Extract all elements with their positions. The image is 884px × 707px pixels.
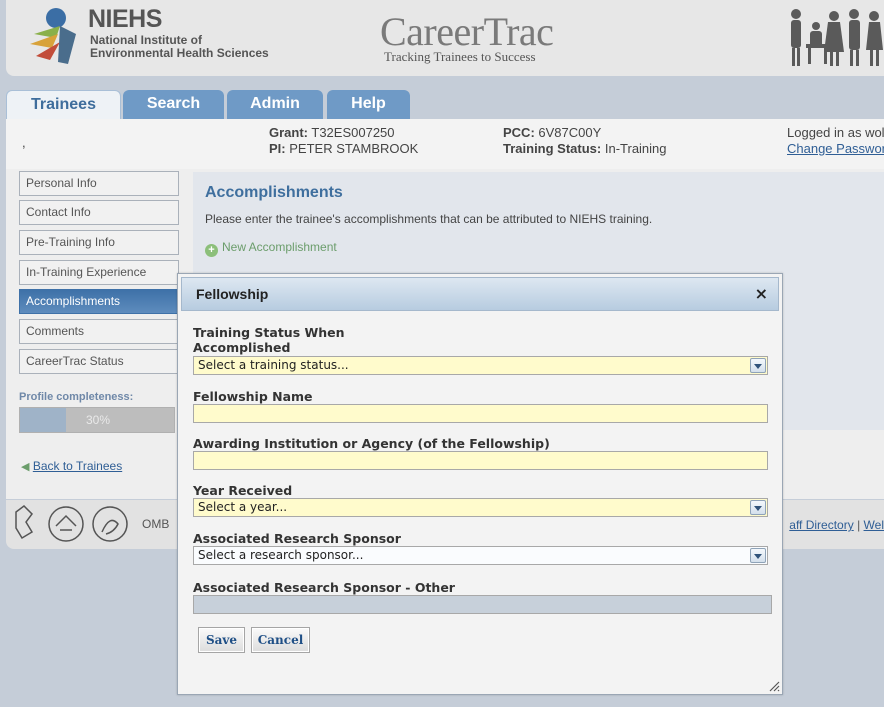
training-status-info: Training Status: In-Training [503,141,667,156]
pcc-label: PCC: [503,125,535,140]
awarding-institution-label: Awarding Institution or Agency (of the F… [193,436,550,451]
close-icon[interactable]: × [755,284,768,303]
training-status-value: In-Training [604,141,667,156]
profile-completeness-label: Profile completeness: [19,391,134,403]
sidebar-item-pre-training-info[interactable]: Pre-Training Info [19,230,179,255]
pi-value: PETER STAMBROOK [289,141,419,156]
tab-help[interactable]: Help [327,90,410,119]
research-sponsor-selected: Select a research sponsor... [198,548,364,562]
training-status-label: Training Status: [503,141,602,156]
change-password-link[interactable]: Change Passwor [787,141,884,156]
trainee-info-strip: , Grant: T32ES007250 PI: PETER STAMBROOK… [6,119,884,169]
research-sponsor-other-label: Associated Research Sponsor - Other [193,580,455,595]
tab-search[interactable]: Search [123,90,224,119]
sidebar-item-personal-info[interactable]: Personal Info [19,171,179,196]
welcome-link[interactable]: Wel [864,518,884,532]
footer-separator: | [857,518,861,532]
grant-label: Grant: [269,125,308,140]
resize-grip-icon[interactable] [768,680,780,692]
dialog-title: Fellowship [196,286,269,302]
sidebar-item-accomplishments[interactable]: Accomplishments [19,289,179,314]
back-arrow-icon: ◀ [21,461,30,473]
sidebar-item-comments[interactable]: Comments [19,319,179,344]
page-title: Accomplishments [205,184,343,201]
trainee-name: , [22,135,26,150]
cancel-button[interactable]: Cancel [251,627,310,653]
grant-info: Grant: T32ES007250 [269,125,395,140]
fellowship-name-label: Fellowship Name [193,389,313,404]
hhs-nih-logos-icon [15,505,128,542]
pi-info: PI: PETER STAMBROOK [269,141,418,156]
sidebar-item-contact-info[interactable]: Contact Info [19,200,179,225]
new-accomplishment-label: New Accomplishment [222,240,337,254]
back-to-trainees[interactable]: ◀ Back to Trainees [21,459,122,473]
research-sponsor-select[interactable]: Select a research sponsor... [193,546,768,565]
research-sponsor-label: Associated Research Sponsor [193,531,401,546]
pcc-info: PCC: 6V87C00Y [503,125,601,140]
awarding-institution-input[interactable] [193,451,768,470]
year-received-selected: Select a year... [198,500,288,514]
profile-completeness-value: 30% [85,413,111,427]
app-title: CareerTrac [380,9,554,54]
logged-in-text: Logged in as wol [787,125,884,140]
omb-text: OMB [142,517,170,531]
org-short-name: NIEHS [88,5,162,33]
pi-label: PI: [269,141,286,156]
training-status-selected: Select a training status... [198,358,349,372]
niehs-logo-icon [30,8,76,64]
fellowship-dialog: Fellowship × Training Status When Accomp… [177,273,783,695]
year-received-select[interactable]: Select a year... [193,498,768,517]
add-icon: + [205,244,218,257]
training-status-select[interactable]: Select a training status... [193,356,768,375]
profile-completeness-bar: 30% [19,407,175,433]
site-header: NIEHS National Institute of Environmenta… [6,0,884,76]
grant-value: T32ES007250 [311,125,395,140]
app-tagline: Tracking Trainees to Success [384,49,536,64]
tab-trainees[interactable]: Trainees [6,90,121,121]
tab-admin[interactable]: Admin [227,90,323,119]
sidebar-item-in-training-experience[interactable]: In-Training Experience [19,260,179,285]
new-accomplishment-link[interactable]: + New Accomplishment [205,240,337,257]
org-name-line-2: Environmental Health Sciences [90,46,269,60]
sidebar-item-careertrac-status[interactable]: CareerTrac Status [19,349,179,374]
training-status-label-line-2: Accomplished [193,340,291,355]
chevron-down-icon[interactable] [750,500,766,515]
training-status-label-line-1: Training Status When [193,325,345,340]
org-full-name: National Institute of Environmental Heal… [90,34,269,60]
people-silhouettes-icon [791,9,883,66]
pcc-value: 6V87C00Y [538,125,602,140]
year-received-label: Year Received [193,483,293,498]
dialog-header[interactable]: Fellowship × [181,277,779,311]
back-to-trainees-link[interactable]: Back to Trainees [33,459,122,473]
footer-links: aff Directory | Wel [789,518,884,532]
fellowship-name-input[interactable] [193,404,768,423]
chevron-down-icon[interactable] [750,548,766,563]
research-sponsor-other-input [193,595,772,614]
staff-directory-link[interactable]: aff Directory [789,518,853,532]
save-button[interactable]: Save [198,627,245,653]
chevron-down-icon[interactable] [750,358,766,373]
training-status-field-label: Training Status When Accomplished [193,325,345,355]
page-description: Please enter the trainee's accomplishmen… [205,212,653,226]
